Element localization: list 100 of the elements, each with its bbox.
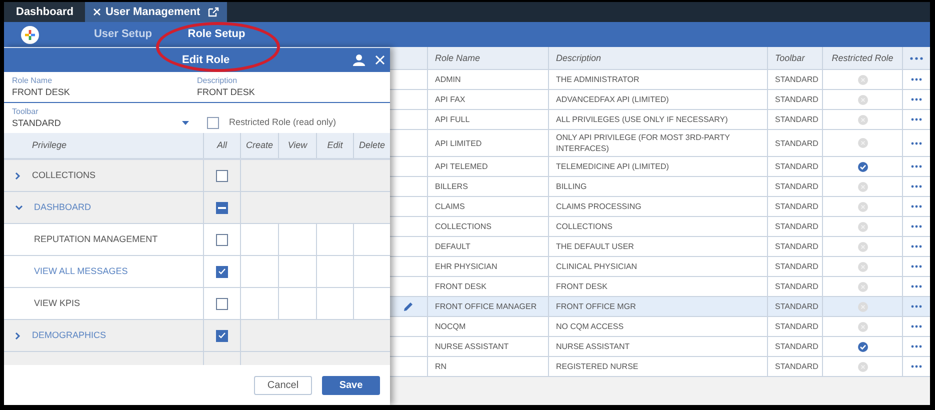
checkbox[interactable] <box>216 234 228 246</box>
column-header: Description <box>548 47 767 69</box>
save-button[interactable]: Save <box>322 376 380 394</box>
table-row[interactable]: API TELEMED TELEMEDICINE API (LIMITED) STANDARD <box>390 157 930 177</box>
text-field[interactable]: Role Name FRONT DESK <box>12 76 197 102</box>
chevron-right-icon[interactable] <box>15 332 21 340</box>
table-cell: STANDARD <box>767 237 822 256</box>
more-icon[interactable] <box>911 205 922 208</box>
table-cell: STANDARD <box>767 257 822 276</box>
column-header: Restricted Role <box>822 47 902 69</box>
table-cell: COLLECTIONS <box>427 217 548 236</box>
checkbox[interactable] <box>216 202 228 214</box>
table-cell: ALL PRIVILEGES (USE ONLY IF NECESSARY) <box>548 110 767 129</box>
table-cell: NO CQM ACCESS <box>548 317 767 336</box>
checkmark-icon <box>218 332 226 339</box>
table-cell: ONLY API PRIVILEGE (FOR MOST 3RD-PARTY INTERFACES) <box>548 130 767 156</box>
table-cell: STANDARD <box>767 297 822 316</box>
more-icon[interactable] <box>911 245 922 248</box>
nav-tab[interactable]: Role Setup <box>169 22 264 47</box>
checkbox[interactable] <box>216 298 228 310</box>
column-header: Create <box>240 133 278 158</box>
table-cell: FRONT DESK <box>427 277 548 296</box>
logo-icon <box>21 26 39 44</box>
more-icon[interactable] <box>911 365 922 368</box>
toolbar-dropdown[interactable]: Toolbar STANDARD <box>12 107 197 129</box>
pencil-icon <box>403 301 414 312</box>
more-icon[interactable] <box>911 305 922 308</box>
tab[interactable]: User Management <box>85 2 228 22</box>
checkbox[interactable] <box>207 116 219 129</box>
more-icon[interactable] <box>911 165 922 168</box>
text-field[interactable]: Description FRONT DESK <box>197 76 382 102</box>
table-row[interactable]: DEFAULT THE DEFAULT USER STANDARD <box>390 237 930 257</box>
table-cell: THE ADMINISTRATOR <box>548 70 767 89</box>
caret-icon <box>182 121 189 125</box>
table-cell: STANDARD <box>767 110 822 129</box>
table-row[interactable]: FRONT DESK FRONT DESK STANDARD <box>390 277 930 297</box>
more-icon[interactable] <box>911 325 922 328</box>
table-cell: TELEMEDICINE API (LIMITED) <box>548 157 767 176</box>
checkbox[interactable] <box>216 330 228 342</box>
table-cell: STANDARD <box>767 217 822 236</box>
table-cell: NURSE ASSISTANT <box>548 337 767 356</box>
table-cell: NURSE ASSISTANT <box>427 337 548 356</box>
table-row[interactable]: API LIMITED ONLY API PRIVILEGE (FOR MOST 3RD-PARTY INTERFACES) STANDARD <box>390 130 930 157</box>
tab[interactable]: Dashboard <box>4 2 86 22</box>
chevron-down-icon[interactable] <box>15 204 23 210</box>
checkbox[interactable] <box>216 170 228 182</box>
table-cell: FRONT OFFICE MGR <box>548 297 767 316</box>
table-cell: STANDARD <box>767 130 822 156</box>
table-cell: REGISTERED NURSE <box>548 357 767 376</box>
table-row[interactable]: NURSE ASSISTANT NURSE ASSISTANT STANDARD <box>390 337 930 357</box>
table-row[interactable]: COLLECTIONS COLLECTIONS STANDARD <box>390 217 930 237</box>
user-icon <box>353 54 365 66</box>
column-header: All <box>203 133 240 158</box>
table-row[interactable]: NOCQM NO CQM ACCESS STANDARD <box>390 317 930 337</box>
table-cell: EHR PHYSICIAN <box>427 257 548 276</box>
cancel-button[interactable]: Cancel <box>254 376 312 394</box>
more-icon[interactable] <box>911 225 922 228</box>
table-cell: CLAIMS <box>427 197 548 216</box>
table-row[interactable]: BILLERS BILLING STANDARD <box>390 177 930 197</box>
table-cell: STANDARD <box>767 277 822 296</box>
table-cell: STANDARD <box>767 90 822 109</box>
more-icon[interactable] <box>911 185 922 188</box>
table-cell: STANDARD <box>767 337 822 356</box>
table-row[interactable]: FRONT OFFICE MANAGER FRONT OFFICE MGR STANDARD <box>390 297 930 317</box>
panel-title: Edit Role <box>182 52 230 68</box>
table-row[interactable]: ADMIN THE ADMINISTRATOR STANDARD <box>390 70 930 90</box>
more-icon[interactable] <box>911 142 922 144</box>
more-icon[interactable] <box>911 265 922 268</box>
table-cell: CLINICAL PHYSICIAN <box>548 257 767 276</box>
more-icon[interactable] <box>911 345 922 348</box>
table-row[interactable]: API FAX ADVANCEDFAX API (LIMITED) STANDARD <box>390 90 930 110</box>
column-header: Role Name <box>427 47 548 69</box>
table-cell: THE DEFAULT USER <box>548 237 767 256</box>
table-cell: API TELEMED <box>427 157 548 176</box>
checkbox[interactable] <box>216 266 228 278</box>
table-cell: CLAIMS PROCESSING <box>548 197 767 216</box>
table-cell: ADVANCEDFAX API (LIMITED) <box>548 90 767 109</box>
table-cell: STANDARD <box>767 197 822 216</box>
privilege-label: DASHBOARD <box>34 200 92 214</box>
table-row[interactable]: API FULL ALL PRIVILEGES (USE ONLY IF NECESSARY) STANDARD <box>390 110 930 130</box>
column-header: Privilege <box>31 138 68 152</box>
more-icon[interactable] <box>911 98 922 101</box>
column-header: Edit <box>316 133 353 158</box>
table-cell: FRONT DESK <box>548 277 767 296</box>
chevron-right-icon[interactable] <box>15 172 21 180</box>
privilege-label: REPUTATION MANAGEMENT <box>34 232 158 246</box>
table-cell: ADMIN <box>427 70 548 89</box>
more-icon[interactable] <box>911 285 922 288</box>
table-row[interactable]: CLAIMS CLAIMS PROCESSING STANDARD <box>390 197 930 217</box>
checkmark-icon <box>218 268 226 275</box>
table-cell: STANDARD <box>767 357 822 376</box>
close-icon <box>375 55 385 65</box>
table-row[interactable]: RN REGISTERED NURSE STANDARD <box>390 357 930 377</box>
external-link-icon <box>208 7 220 17</box>
table-row[interactable]: EHR PHYSICIAN CLINICAL PHYSICIAN STANDARD <box>390 257 930 277</box>
table-cell: API FULL <box>427 110 548 129</box>
more-icon[interactable] <box>911 78 922 81</box>
nav-tab[interactable]: User Setup <box>77 22 169 47</box>
more-icon[interactable] <box>911 118 922 121</box>
privilege-label: VIEW KPIS <box>34 296 80 310</box>
